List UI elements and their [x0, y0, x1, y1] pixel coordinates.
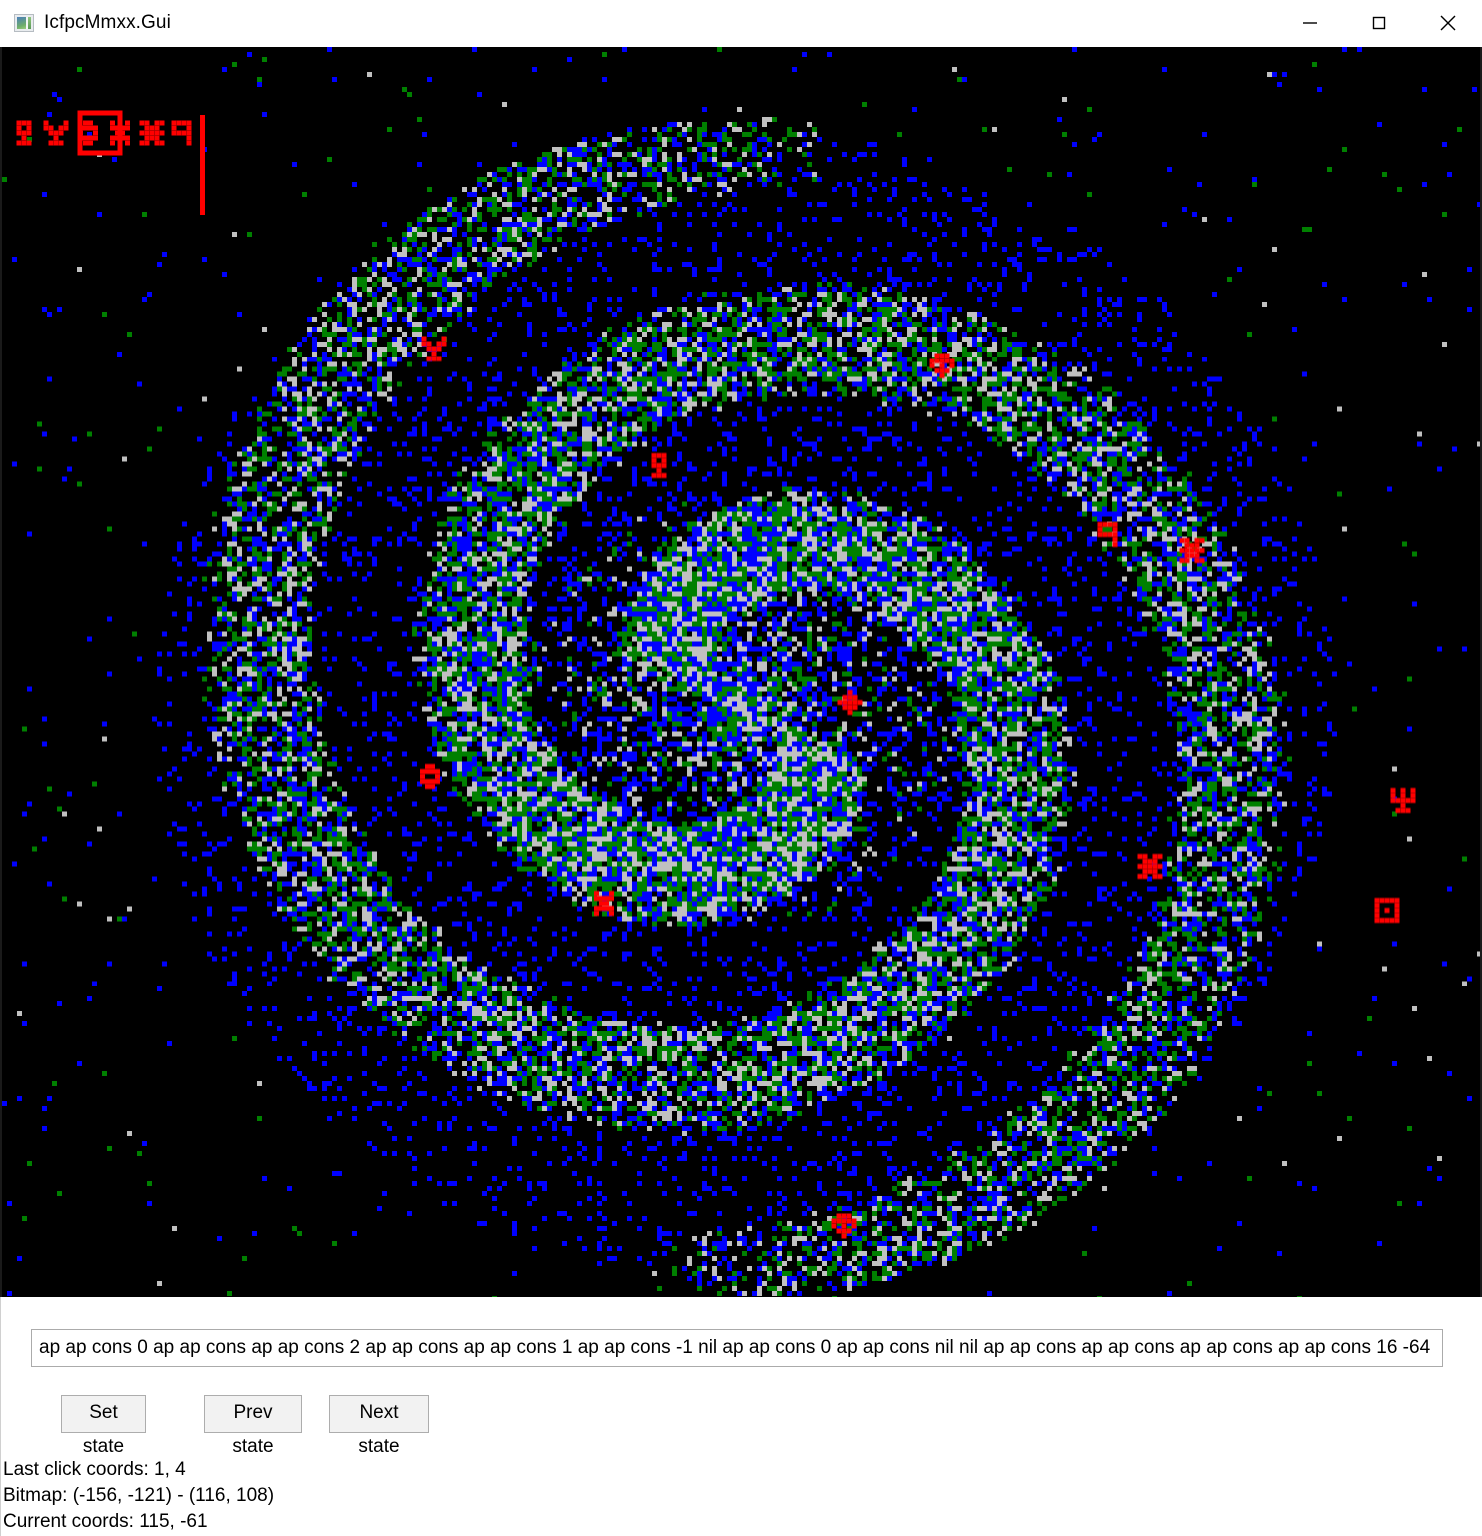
- starfield-render[interactable]: [2, 47, 1480, 1297]
- window-title: IcfpcMmxx.Gui: [44, 12, 171, 33]
- galaxy-bitmap-canvas[interactable]: [0, 47, 1482, 1297]
- maximize-icon[interactable]: [1344, 0, 1413, 46]
- picture-icon: [14, 14, 34, 32]
- state-input[interactable]: [31, 1329, 1443, 1367]
- bitmap-bounds: Bitmap: (-156, -121) - (116, 108): [3, 1485, 275, 1506]
- control-panel: Set state Prev state Next state Last cli…: [0, 1297, 1482, 1536]
- next-state-button[interactable]: Next state: [329, 1395, 429, 1457]
- close-icon[interactable]: [1413, 0, 1482, 46]
- status-block: Last click coords: 1, 4 Bitmap: (-156, -…: [3, 1457, 274, 1535]
- application-window: IcfpcMmxx.Gui Set state Prev state Next …: [0, 0, 1482, 1536]
- prev-state-button[interactable]: Prev state: [204, 1395, 302, 1457]
- title-bar: IcfpcMmxx.Gui: [0, 0, 1482, 47]
- button-row: Set state Prev state Next state: [1, 1395, 1482, 1457]
- title-bar-left: IcfpcMmxx.Gui: [0, 12, 171, 34]
- set-state-button[interactable]: Set state: [61, 1395, 146, 1457]
- minimize-icon[interactable]: [1275, 0, 1344, 46]
- window-controls: [1275, 0, 1482, 46]
- current-coords: Current coords: 115, -61: [3, 1511, 208, 1532]
- last-click-coords: Last click coords: 1, 4: [3, 1459, 186, 1480]
